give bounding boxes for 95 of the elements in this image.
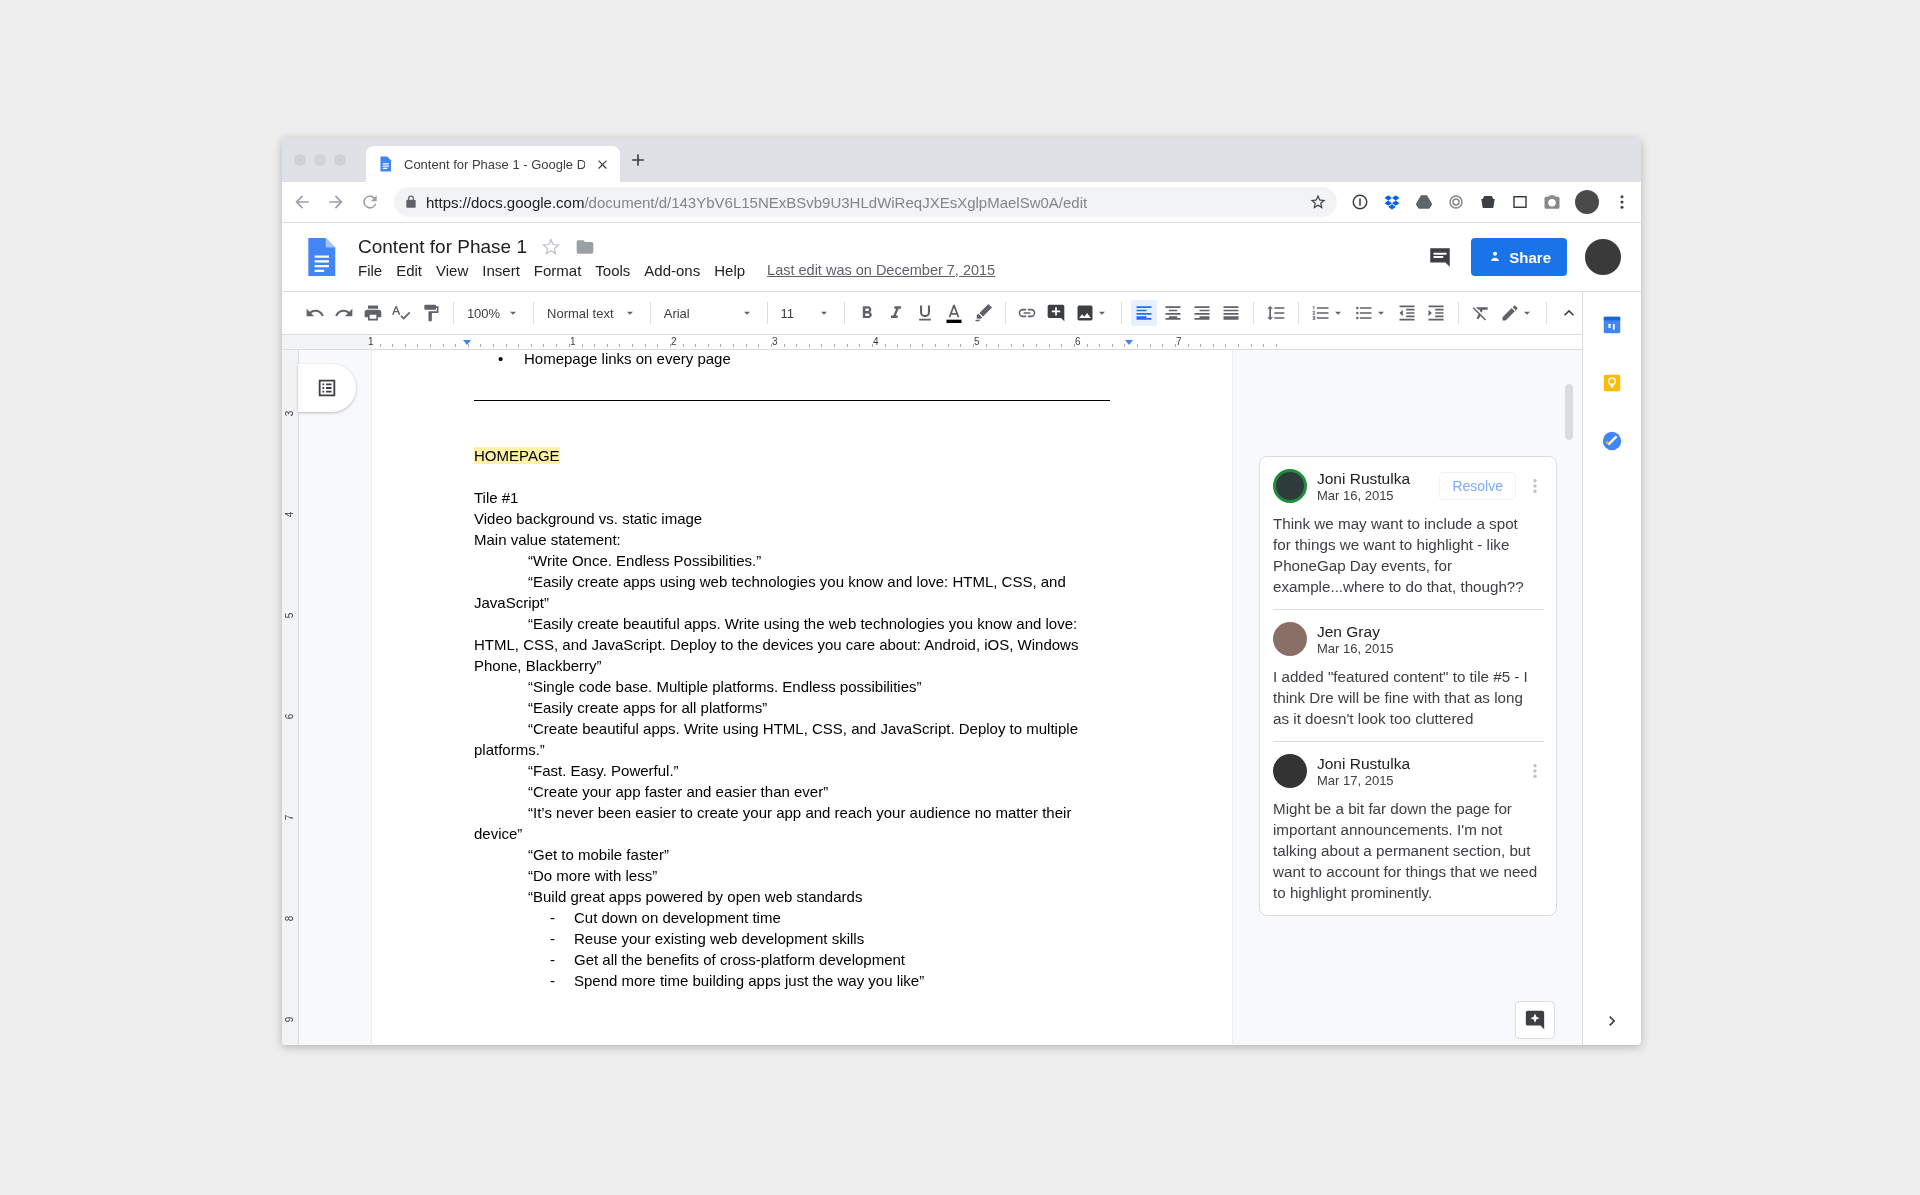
comment-author: Joni Rustulka [1317,754,1412,773]
comment-author: Jen Gray [1317,622,1381,641]
comment-date: Mar 17, 2015 [1317,772,1395,788]
quote-paragraph: “Write Once. Endless Possibilities.” [527,551,763,571]
quote-paragraph: “Fast. Easy. Powerful.” [527,761,680,781]
dash-list-item: - Reuse your existing web development skills [549,929,866,949]
dash-list-item: - Spend more time building apps just the way you like” [549,971,926,991]
ruler-number: 5 [284,612,296,619]
check-circle-icon[interactable] [1601,430,1623,452]
ruler-number: 5 [974,336,980,347]
crop-frame-icon[interactable] [1511,193,1529,211]
dash-list-item: - Cut down on development time [549,908,782,928]
line-spacing-icon[interactable] [1266,303,1287,323]
align-left-button[interactable] [1131,300,1158,326]
menu-item[interactable]: Add-ons [644,261,701,279]
ruler-number: 8 [284,915,296,922]
align-center-icon [1163,303,1184,323]
box-extension-icon[interactable] [1383,193,1401,211]
last-edit-link[interactable]: Last edit was on December 7, 2015 [767,262,996,278]
quote-paragraph: “Single code base. Multiple platforms. Endless possibilities” [527,677,923,697]
ruler-number: 1 [570,336,576,347]
quote-paragraph: “Create your app faster and easier than ever” [527,782,830,802]
image-icon[interactable] [1075,303,1096,323]
paragraph: Main value statement: [474,530,622,550]
add-comment-icon [1524,1009,1546,1031]
star-icon[interactable] [541,236,561,257]
address-bar[interactable]: https://docs.google.com/document/d/143YbV6L15NExBSvb9U3HLdWiReqJXEsXglpMaelSw0A/edit [394,187,1337,217]
scrollbar-thumb[interactable] [1565,384,1573,440]
bullet-item: • Homepage links on every page [497,349,732,369]
profile-avatar[interactable] [1585,239,1621,275]
quote-paragraph: “Easily create apps using web technologies you know and love: HTML, CSS, and JavaScript” [474,572,1067,613]
menu-item[interactable]: Format [533,261,582,279]
ruler-number: 7 [284,814,296,821]
basket-extension-icon[interactable] [1479,193,1497,211]
calendar-icon[interactable] [1601,314,1623,336]
quote-paragraph: “Get to mobile faster” [527,845,670,865]
outline-button[interactable] [298,364,356,412]
menu-item[interactable]: Insert [482,261,520,279]
comment-date: Mar 16, 2015 [1317,640,1395,656]
ruler-number: 3 [772,336,778,347]
ruler-number: 4 [284,511,296,518]
add-comment-button[interactable] [1515,1001,1555,1039]
swirl-extension-icon[interactable] [1447,193,1465,211]
paragraph: Video background vs. static image [474,509,704,529]
quote-paragraph: “It’s never been easier to create your app and reach your audience no matter their device” [474,803,1073,844]
ruler-number: 2 [671,336,677,347]
style-dropdown[interactable]: Normal text [543,305,641,321]
paint-format-icon[interactable] [421,303,441,323]
ruler-number: 6 [1075,336,1081,347]
share-button[interactable]: Share [1471,238,1567,276]
ruler-number: 7 [1176,336,1182,347]
quote-paragraph: “Build great apps powered by open web standards [527,887,864,907]
justify-icon [1221,303,1242,323]
increase-indent-icon[interactable] [1426,303,1447,323]
quote-paragraph: “Create beautiful apps. Write using HTML, CSS, and JavaScript. Deploy to multiple platforms.” [474,719,1079,760]
browser-tab[interactable]: Content for Phase 1 - Google D [366,146,620,182]
paragraph: Tile #1 [474,488,520,508]
comment-text: Might be a bit far down the page for important announcements. I'm not talking about a permanent section, but want to account for things that we need to highlight prominently. [1273,799,1539,903]
url-text: https://docs.google.com/document/d/143YbV6L15NExBSvb9U3HLdWiReqJXEsXglpMaelSw0A/edit [426,193,1089,211]
document-title[interactable]: Content for Phase 1 [358,235,527,258]
add-comment-icon[interactable] [1046,303,1067,323]
comment-text: I added "featured content" to tile #5 - I think Dre will be fine with that as long as it doesn't look too cluttered [1273,667,1529,729]
numbered-list-icon[interactable] [1311,303,1332,323]
align-left-icon [1134,303,1155,323]
menu-item[interactable]: Help [714,261,746,279]
menu-item[interactable]: View [436,261,469,279]
font-dropdown[interactable]: Arial [659,305,758,321]
comment-author: Joni Rustulka [1317,469,1412,488]
comment-text: Think we may want to include a spot for things we want to highlight - like PhoneGap Day events, for example...where to do that, though?? [1273,514,1525,597]
menu-item[interactable]: Edit [396,261,423,279]
ruler-number: 6 [284,713,296,720]
zoom-dropdown[interactable]: 100% [462,305,525,321]
ruler-number: 4 [873,336,879,347]
ruler-number: 9 [284,1016,296,1023]
font-size-dropdown[interactable]: 11 [776,305,835,321]
highlighted-heading: HOMEPAGE [474,447,560,464]
dash-list-item: - Get all the benefits of cross-platform development [549,950,906,970]
menu-item[interactable]: File [358,261,383,279]
star-icon[interactable] [1309,193,1327,211]
camera-icon[interactable] [1543,193,1561,211]
outline-list-icon [316,377,338,399]
quote-paragraph: “Do more with less” [527,866,659,886]
profile-avatar[interactable] [1575,190,1599,214]
reload-icon[interactable] [360,192,380,212]
ruler-number: 1 [368,336,374,347]
menu-item[interactable]: Tools [595,261,631,279]
quote-paragraph: “Easily create apps for all platforms” [527,698,769,718]
info-circle-icon[interactable] [1351,193,1369,211]
decrease-indent-icon[interactable] [1397,303,1418,323]
ruler-number: 3 [284,410,296,417]
lock-icon [404,195,418,209]
quote-paragraph: “Easily create beautiful apps. Write using the web technologies you know and love: HTML, CSS, and JavaScript. Deploy to the devices you care about: Android, iOS, Windows Phone, Blackberry” [474,614,1080,676]
comment-date: Mar 16, 2015 [1317,487,1395,503]
align-right-icon [1192,303,1213,323]
print-icon[interactable] [363,303,383,323]
